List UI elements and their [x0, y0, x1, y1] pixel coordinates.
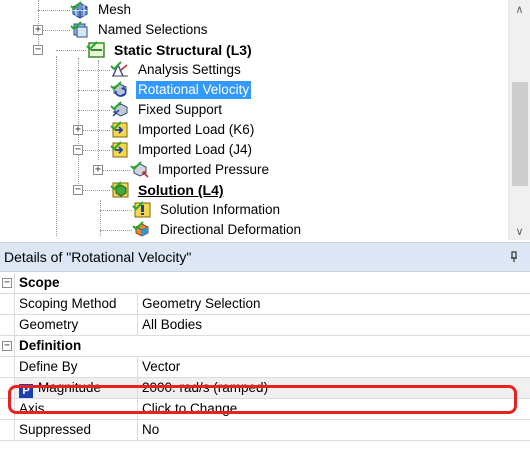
tree-item-label: Fixed Support	[138, 102, 223, 117]
tree-item-label: Analysis Settings	[138, 62, 241, 77]
tree-item-label: Imported Load (K6)	[138, 122, 255, 137]
tree-item-rotational-velocity[interactable]: Rotational Velocity	[110, 80, 252, 100]
tree-item-label: Static Structural (L3)	[114, 42, 252, 58]
section-scope[interactable]: − Scope	[0, 273, 530, 294]
detail-name-magnitude: P Magnitude	[15, 378, 138, 398]
tree-item-label: Mesh	[98, 2, 132, 17]
detail-value[interactable]: 2000. rad/s (ramped)	[138, 378, 530, 398]
tree-item-mesh[interactable]: Mesh	[70, 0, 133, 20]
expand-imported-load-k6[interactable]: +	[73, 125, 83, 135]
tree-item-directional-deformation[interactable]: Directional Deformation	[132, 220, 303, 240]
pin-icon[interactable]	[510, 251, 518, 266]
tree-item-named-selections[interactable]: Named Selections	[70, 20, 210, 40]
detail-value[interactable]: Click to Change	[138, 399, 530, 419]
tree-item-solution-information[interactable]: Solution Information	[132, 200, 282, 220]
tree-item-analysis-settings[interactable]: Analysis Settings	[110, 60, 243, 80]
imported-load-icon	[110, 141, 132, 159]
section-definition[interactable]: − Definition	[0, 336, 530, 357]
detail-name: Geometry	[15, 315, 138, 335]
tree-item-imported-load-j4[interactable]: Imported Load (J4)	[110, 140, 254, 160]
detail-name: Scoping Method	[15, 294, 138, 314]
directional-deformation-icon	[132, 221, 154, 239]
mesh-icon	[70, 1, 92, 19]
tree-item-label: Directional Deformation	[160, 222, 302, 237]
collapse-imported-load-j4[interactable]: −	[73, 145, 83, 155]
expand-imported-pressure[interactable]: +	[93, 165, 103, 175]
detail-row-axis[interactable]: Axis Click to Change	[0, 399, 530, 420]
scroll-down-icon[interactable]: ∨	[509, 222, 530, 240]
tree-item-imported-load-k6[interactable]: Imported Load (K6)	[110, 120, 256, 140]
tree-item-static-structural[interactable]: Static Structural (L3)	[86, 40, 254, 60]
details-header: Details of "Rotational Velocity"	[0, 242, 530, 272]
collapse-static-structural[interactable]: −	[33, 45, 43, 55]
details-title: Details of "Rotational Velocity"	[4, 249, 192, 265]
imported-load-icon	[110, 121, 132, 139]
tree-item-imported-pressure[interactable]: Imported Pressure	[130, 160, 271, 180]
analysis-settings-icon	[110, 61, 132, 79]
details-grid: − Scope Scoping Method Geometry Selectio…	[0, 273, 530, 441]
named-selection-icon	[70, 21, 92, 39]
detail-value[interactable]: No	[138, 420, 530, 440]
detail-name: Suppressed	[15, 420, 138, 440]
tree-item-label: Imported Load (J4)	[138, 142, 253, 157]
tree-item-label: Imported Pressure	[158, 162, 270, 177]
solution-information-icon	[132, 201, 154, 219]
tree-item-fixed-support[interactable]: Fixed Support	[110, 100, 224, 120]
section-label: Scope	[19, 275, 60, 290]
tree-item-solution[interactable]: Solution (L4)	[110, 180, 226, 200]
rotational-velocity-icon	[110, 81, 132, 99]
detail-name: Magnitude	[38, 380, 102, 395]
detail-name: Axis	[15, 399, 138, 419]
solution-icon	[110, 181, 132, 199]
tree-scrollbar[interactable]: ∧ ∨	[508, 0, 530, 240]
imported-pressure-icon	[130, 161, 152, 179]
detail-row-geometry[interactable]: Geometry All Bodies	[0, 315, 530, 336]
collapse-solution[interactable]: −	[73, 185, 83, 195]
detail-value[interactable]: All Bodies	[138, 315, 530, 335]
collapse-icon[interactable]: −	[2, 278, 12, 288]
tree-item-label: Solution Information	[160, 202, 281, 217]
tree-item-label: Solution (L4)	[138, 182, 224, 198]
scroll-up-icon[interactable]: ∧	[509, 0, 530, 18]
detail-name: Define By	[15, 357, 138, 377]
detail-row-magnitude[interactable]: P Magnitude 2000. rad/s (ramped)	[0, 378, 530, 399]
detail-row-define-by[interactable]: Define By Vector	[0, 357, 530, 378]
collapse-icon[interactable]: −	[2, 341, 12, 351]
outline-tree: + − + − + − Mesh Named Selections Static…	[0, 0, 530, 240]
tree-item-label: Named Selections	[98, 22, 208, 37]
section-label: Definition	[19, 338, 82, 353]
static-structural-icon	[86, 41, 108, 59]
detail-row-scoping-method[interactable]: Scoping Method Geometry Selection	[0, 294, 530, 315]
detail-value[interactable]: Geometry Selection	[138, 294, 530, 314]
scroll-thumb[interactable]	[512, 82, 528, 186]
detail-row-suppressed[interactable]: Suppressed No	[0, 420, 530, 441]
tree-item-label: Rotational Velocity	[136, 81, 252, 99]
expand-named-selections[interactable]: +	[33, 25, 43, 35]
parameter-checkbox[interactable]: P	[19, 384, 33, 398]
fixed-support-icon	[110, 101, 132, 119]
detail-value[interactable]: Vector	[138, 357, 530, 377]
